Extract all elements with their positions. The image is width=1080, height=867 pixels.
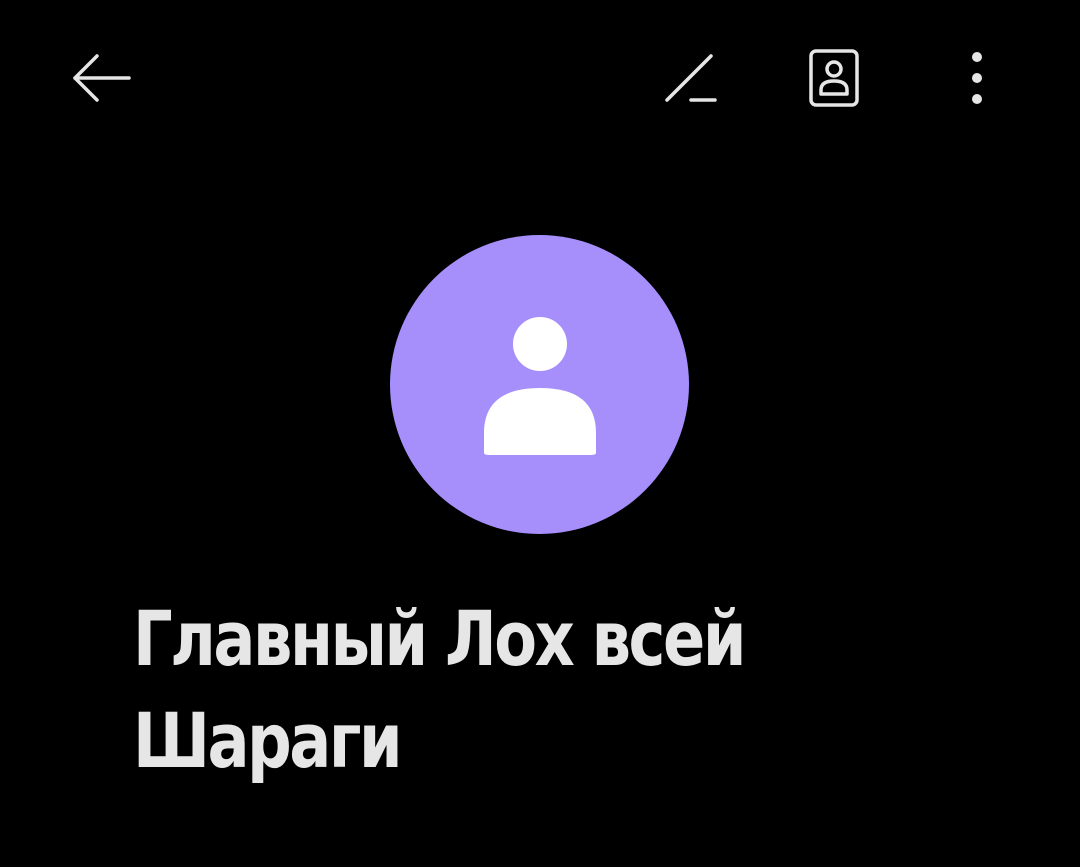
edit-button[interactable] [651,38,731,118]
contact-avatar[interactable] [390,235,689,534]
contact-name: Главный Лох всей Шараги [133,594,747,785]
arrow-left-icon [73,54,131,102]
contact-card-icon [809,49,859,107]
person-icon [483,316,596,455]
more-vertical-icon [972,52,982,104]
contact-details-screen: Главный Лох всей Шараги [0,0,1080,867]
top-app-bar [0,0,1080,160]
back-button[interactable] [62,38,142,118]
contact-card-button[interactable] [794,38,874,118]
pencil-icon [665,54,717,102]
more-options-button[interactable] [937,38,1017,118]
